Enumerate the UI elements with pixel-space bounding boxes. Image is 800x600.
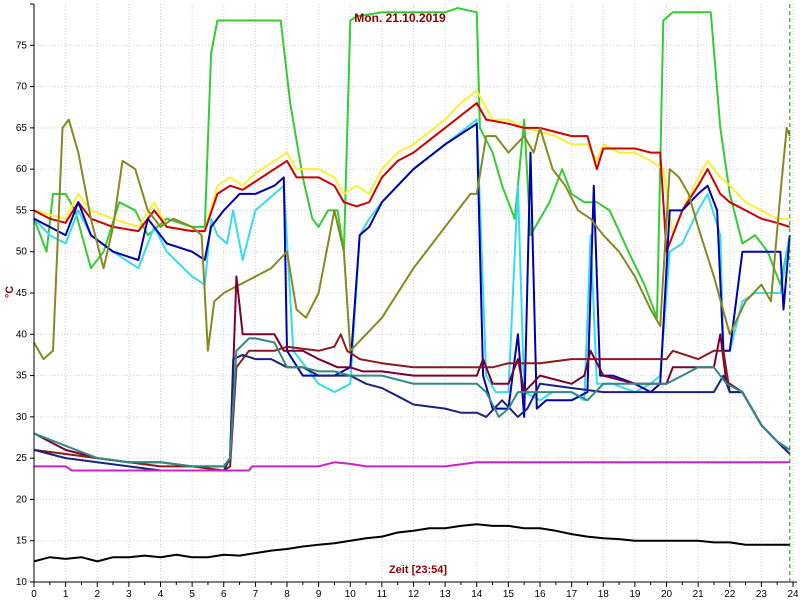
- y-tick-label: 15: [16, 536, 28, 547]
- x-tick-label: 5: [189, 589, 195, 600]
- temperature-chart: 0 1 2 3 4 5 6 7 8 9 10 11 12 13 14 15 16 17 18 19 20 21 22 23 24…: [0, 0, 800, 600]
- x-tick-label: 11: [377, 589, 388, 600]
- x-tick-label: 13: [440, 589, 452, 600]
- x-tick-label: 3: [126, 589, 132, 600]
- y-tick-label: 10: [16, 577, 28, 588]
- x-tick-label: 12: [408, 589, 420, 600]
- y-tick-label: 60: [16, 164, 28, 175]
- y-tick-label: 55: [16, 205, 28, 216]
- x-tick-label: 23: [756, 589, 768, 600]
- y-tick-label: 65: [16, 123, 28, 134]
- x-tick-label: 9: [316, 589, 322, 600]
- x-tick-label: 1: [63, 589, 69, 600]
- y-tick-label: 35: [16, 371, 28, 382]
- y-tick-label: 40: [16, 329, 28, 340]
- x-tick-label: 24: [787, 589, 799, 600]
- y-tick-label: 30: [16, 412, 28, 423]
- x-tick-label: 16: [534, 589, 546, 600]
- chart-canvas: 0 1 2 3 4 5 6 7 8 9 10 11 12 13 14 15 16 17 18 19 20 21 22 23 24…: [0, 0, 800, 600]
- y-tick-label: 50: [16, 247, 28, 258]
- x-tick-label: 10: [345, 589, 357, 600]
- x-tick-label: 6: [221, 589, 227, 600]
- x-tick-label: 7: [253, 589, 259, 600]
- x-tick-label: 2: [94, 589, 100, 600]
- y-axis-label: °C: [4, 286, 16, 298]
- chart-title: Mon. 21.10.2019: [354, 11, 446, 25]
- x-tick-label: 14: [471, 589, 483, 600]
- y-tick-label: 45: [16, 288, 28, 299]
- y-tick-label: 25: [16, 453, 28, 464]
- x-tick-label: 22: [724, 589, 736, 600]
- x-tick-label: 20: [661, 589, 673, 600]
- y-tick-label: 75: [16, 40, 28, 51]
- x-tick-label: 21: [693, 589, 705, 600]
- chart-background: [0, 0, 800, 600]
- x-tick-label: 18: [598, 589, 610, 600]
- x-axis-label: Zeit [23:54]: [389, 564, 447, 576]
- x-tick-label: 0: [31, 589, 37, 600]
- x-tick-label: 19: [629, 589, 641, 600]
- y-tick-label: 70: [16, 82, 28, 93]
- x-tick-label: 4: [158, 589, 164, 600]
- x-tick-label: 15: [503, 589, 515, 600]
- y-tick-label: 20: [16, 494, 28, 505]
- x-tick-label: 8: [284, 589, 290, 600]
- x-tick-label: 17: [566, 589, 578, 600]
